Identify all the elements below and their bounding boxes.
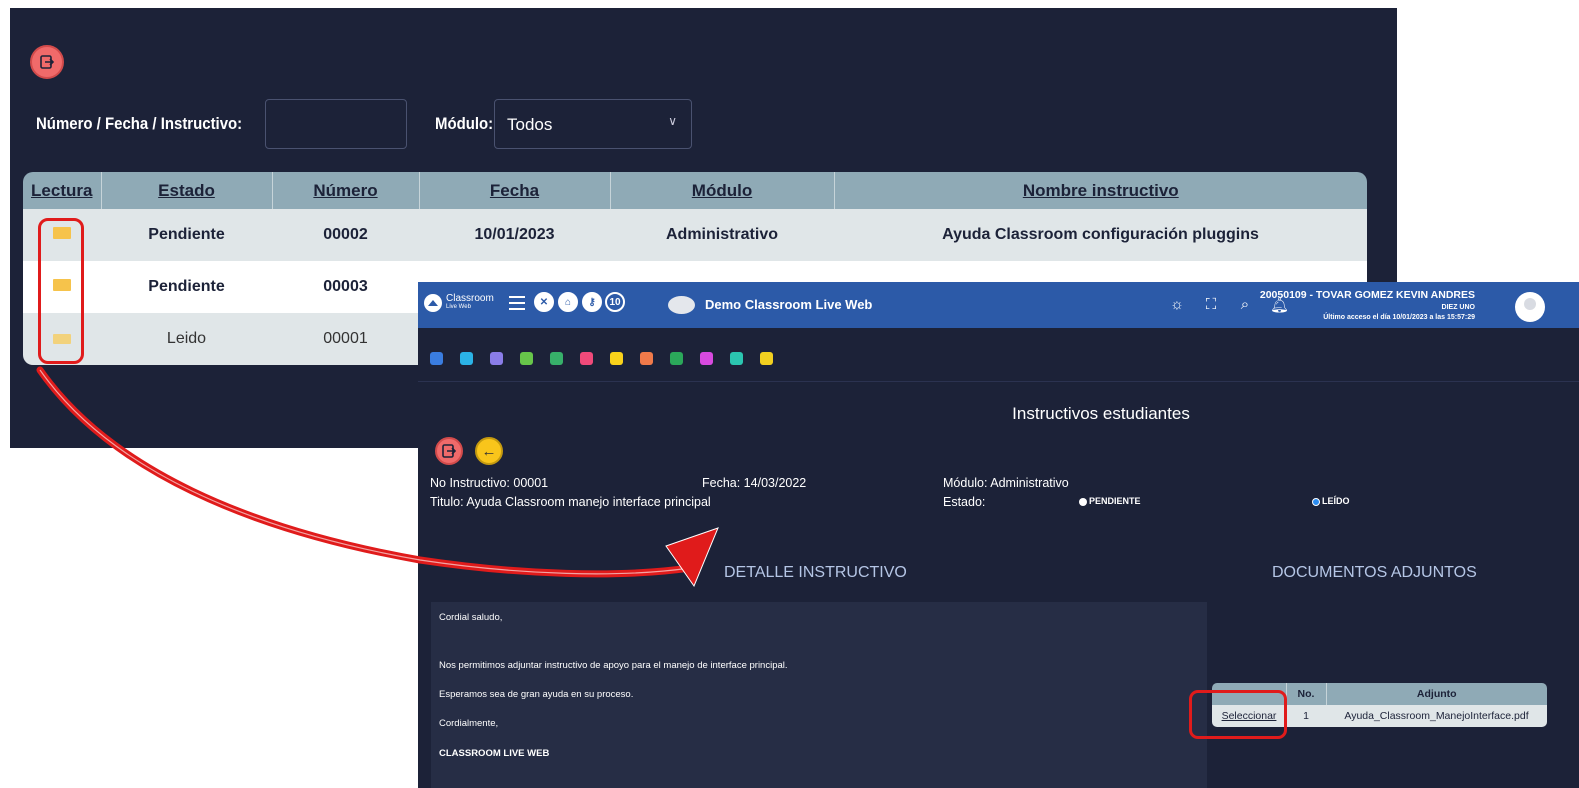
col-header-adjunto: Adjunto <box>1326 683 1547 705</box>
grade-badge[interactable]: 10 <box>605 292 625 312</box>
cell-file: Ayuda_Classroom_ManejoInterface.pdf <box>1326 705 1547 727</box>
col-header-modulo[interactable]: Módulo <box>610 172 835 209</box>
exit-button[interactable] <box>30 45 64 79</box>
user-name: 20050109 - TOVAR GOMEZ KEVIN ANDRES <box>1259 289 1475 301</box>
cell-fecha: 10/01/2023 <box>419 209 610 261</box>
key-icon[interactable]: ⚷ <box>582 292 602 312</box>
radio-dot-selected <box>1312 497 1320 506</box>
radio-dot <box>1079 497 1087 506</box>
cell-estado: Pendiente <box>101 261 272 313</box>
search-input[interactable] <box>265 99 407 149</box>
col-header-numero[interactable]: Número <box>272 172 420 209</box>
last-access: Último acceso el día 10/01/2023 a las 15… <box>1323 314 1475 321</box>
exit-icon <box>40 55 55 69</box>
cell-numero: 00002 <box>272 209 419 261</box>
module-shortcut-icon[interactable] <box>760 352 773 365</box>
module-shortcut-icon[interactable] <box>520 352 533 365</box>
info-modulo: Módulo: Administrativo <box>943 476 1069 490</box>
info-fecha: Fecha: 14/03/2022 <box>702 476 807 490</box>
modules-bar <box>418 338 1579 382</box>
arrow-left-icon: ← <box>481 442 497 460</box>
radio-leido[interactable]: LEÍDO <box>1312 496 1350 506</box>
detail-line: CLASSROOM LIVE WEB <box>439 748 550 759</box>
adjuntos-title: DOCUMENTOS ADJUNTOS <box>1272 564 1477 581</box>
radio-leido-label: LEÍDO <box>1322 496 1350 506</box>
cell-estado: Pendiente <box>101 209 272 261</box>
col-header-lectura[interactable]: Lectura <box>23 172 102 209</box>
detail-line: Cordial saludo, <box>439 612 503 623</box>
cell-no: 1 <box>1286 705 1326 727</box>
brightness-icon[interactable]: ☼ <box>1168 296 1186 314</box>
user-avatar[interactable] <box>1515 292 1545 322</box>
table-header-row: Lectura Estado Número Fecha Módulo Nombr… <box>23 172 1367 209</box>
cell-numero: 00001 <box>272 313 419 365</box>
filter-label-search: Número / Fecha / Instructivo: <box>36 114 243 133</box>
module-select-value: Todos <box>507 115 553 134</box>
col-header-estado[interactable]: Estado <box>101 172 273 209</box>
filter-label-module: Módulo: <box>435 114 494 133</box>
logo-subtext: Live Web <box>446 304 471 310</box>
fullscreen-icon[interactable]: ⛶ <box>1202 296 1220 314</box>
back-arrow-button[interactable]: ← <box>475 437 503 465</box>
institution-avatar <box>668 296 695 314</box>
col-header-no: No. <box>1286 683 1327 705</box>
module-select[interactable]: Todos ∨ <box>494 99 692 149</box>
col-header-nombre[interactable]: Nombre instructivo <box>834 172 1367 209</box>
info-no-instructivo: No Instructivo: 00001 <box>430 476 549 490</box>
hamburger-menu-icon[interactable] <box>509 296 525 310</box>
exit-icon <box>442 444 457 458</box>
search-icon[interactable]: ⌕ <box>1236 296 1254 314</box>
radio-pendiente[interactable]: PENDIENTE <box>1079 496 1141 506</box>
info-titulo: Titulo: Ayuda Classroom manejo interface… <box>430 495 711 509</box>
close-circle-icon[interactable]: ✕ <box>534 292 554 312</box>
module-shortcut-icon[interactable] <box>730 352 743 365</box>
highlight-seleccionar <box>1189 690 1287 739</box>
user-group: DIEZ UNO <box>1441 304 1475 311</box>
app-logo[interactable]: Classroom Live Web <box>424 294 494 312</box>
home-icon[interactable]: ⌂ <box>558 292 578 312</box>
detail-box: Cordial saludo, Nos permitimos adjuntar … <box>431 602 1207 788</box>
exit-button[interactable] <box>435 437 463 465</box>
detail-line: Nos permitimos adjuntar instructivo de a… <box>439 660 788 671</box>
top-navbar: Classroom Live Web ✕ ⌂ ⚷ 10 Demo Classro… <box>418 282 1579 328</box>
classroom-logo-icon <box>424 294 442 312</box>
module-shortcut-icon[interactable] <box>430 352 443 365</box>
instructivo-detail-window: Classroom Live Web ✕ ⌂ ⚷ 10 Demo Classro… <box>418 282 1579 788</box>
module-shortcut-icon[interactable] <box>640 352 653 365</box>
cell-nombre: Ayuda Classroom configuración pluggins <box>834 209 1367 261</box>
detail-line: Cordialmente, <box>439 718 499 729</box>
module-shortcut-icon[interactable] <box>610 352 623 365</box>
col-header-fecha[interactable]: Fecha <box>419 172 611 209</box>
info-estado-label: Estado: <box>943 495 986 509</box>
module-shortcut-icon[interactable] <box>490 352 503 365</box>
page-title: Instructivos estudiantes <box>1012 404 1190 423</box>
radio-pendiente-label: PENDIENTE <box>1089 496 1141 506</box>
cell-modulo: Administrativo <box>610 209 834 261</box>
module-shortcut-icon[interactable] <box>670 352 683 365</box>
module-shortcut-icon[interactable] <box>460 352 473 365</box>
module-shortcut-icon[interactable] <box>550 352 563 365</box>
module-shortcut-icon[interactable] <box>580 352 593 365</box>
institution-title: Demo Classroom Live Web <box>705 297 873 312</box>
cell-numero: 00003 <box>272 261 419 313</box>
detalle-title: DETALLE INSTRUCTIVO <box>724 564 907 581</box>
module-shortcut-icon[interactable] <box>700 352 713 365</box>
table-row[interactable]: Pendiente 00002 10/01/2023 Administrativ… <box>23 209 1367 261</box>
stage: Número / Fecha / Instructivo: Módulo: To… <box>0 0 1579 788</box>
chevron-down-icon: ∨ <box>668 114 677 128</box>
cell-estado: Leido <box>101 313 272 365</box>
detail-line: Esperamos sea de gran ayuda en su proces… <box>439 689 634 700</box>
highlight-lectura-column <box>38 218 84 364</box>
